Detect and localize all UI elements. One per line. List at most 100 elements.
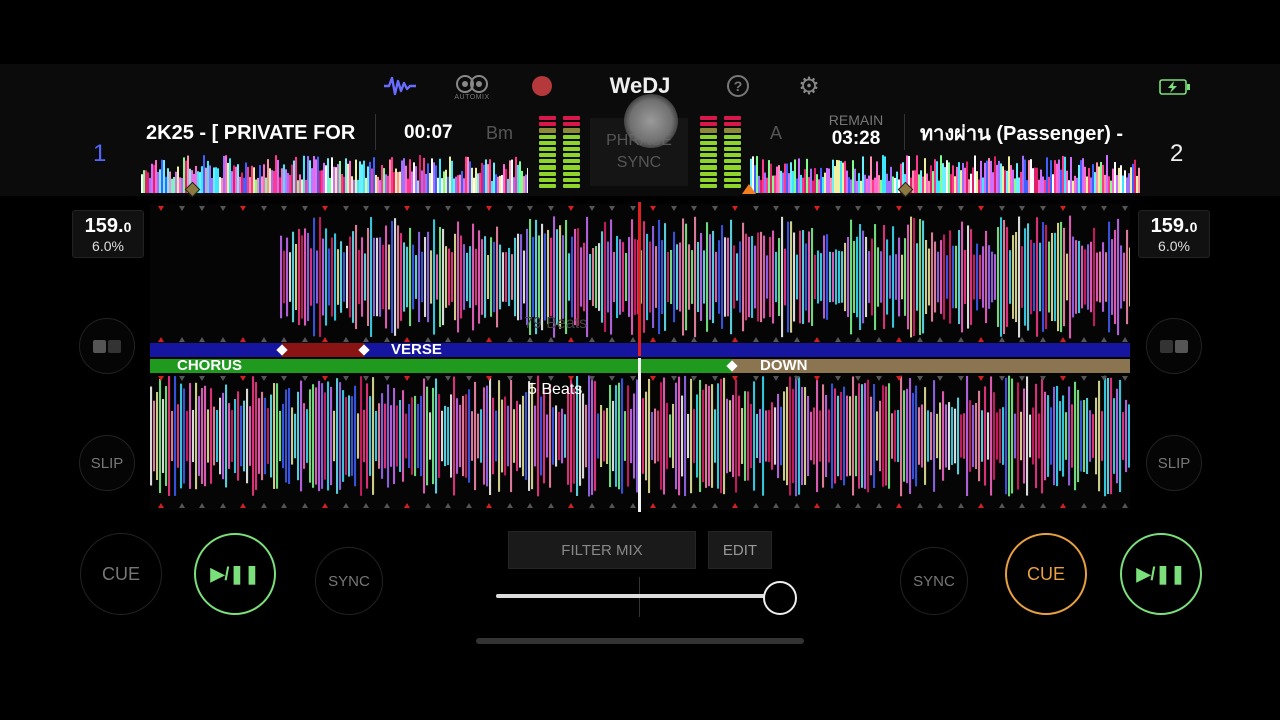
deck1-sync-button[interactable]: SYNC xyxy=(315,547,383,615)
waveform-bar xyxy=(808,231,811,323)
waveform-bar xyxy=(1083,399,1086,473)
beat-tick xyxy=(342,337,349,342)
overview-bar xyxy=(824,172,826,193)
deck1-cue-button[interactable]: CUE xyxy=(80,533,162,615)
overview-bar xyxy=(503,164,505,193)
gear-icon[interactable]: ⚙ xyxy=(796,73,822,100)
beat-tick xyxy=(158,337,164,342)
deck2-cue-button[interactable]: CUE xyxy=(1005,533,1087,615)
beat-tick xyxy=(834,503,841,508)
waveform-bar xyxy=(1003,219,1006,335)
waveform-bar xyxy=(891,413,894,459)
beat-tick xyxy=(1039,206,1046,211)
waveform-bar xyxy=(681,395,684,477)
meter-segment xyxy=(724,153,741,158)
beat-tick xyxy=(404,503,410,508)
waveform-bar xyxy=(231,410,234,462)
overview-bar xyxy=(990,160,992,193)
waveform-bar xyxy=(648,378,651,494)
waveform-bar xyxy=(598,243,601,311)
overview-bar xyxy=(317,156,319,193)
waveform-bar xyxy=(372,377,375,495)
filter-mix-button[interactable]: FILTER MIX xyxy=(508,531,696,569)
beat-tick xyxy=(793,337,800,342)
deck2-slip-button[interactable]: SLIP xyxy=(1146,435,1202,491)
waveform-bar xyxy=(1047,395,1050,477)
meter-segment xyxy=(539,122,556,127)
beat-tick xyxy=(793,503,800,508)
waveform-bar xyxy=(894,410,897,462)
beat-tick xyxy=(506,376,513,381)
beat-tick xyxy=(1060,337,1066,342)
waveform-bar xyxy=(810,411,813,461)
overview-bar xyxy=(431,158,433,193)
meter-segment xyxy=(724,146,741,152)
overview-bar xyxy=(335,167,337,193)
beat-tick xyxy=(957,337,964,342)
beat-tick xyxy=(937,206,943,211)
waveform-bar xyxy=(1113,398,1116,474)
beat-tick xyxy=(588,206,595,211)
waveform-bar xyxy=(888,383,891,489)
waveform-bar xyxy=(1029,414,1032,458)
waveform-bar xyxy=(753,381,756,491)
waveform-bar xyxy=(922,220,925,334)
waveform-bar xyxy=(400,233,403,321)
crossfader-handle[interactable] xyxy=(763,581,797,615)
overview-bar xyxy=(173,177,175,193)
overview-bar xyxy=(303,155,305,193)
overview-bar xyxy=(1100,162,1102,193)
beat-tick xyxy=(322,503,328,508)
waveform-bar xyxy=(496,226,499,328)
overview-bar xyxy=(287,172,289,193)
deck2-overview-waveform[interactable] xyxy=(750,155,1140,193)
beat-tick xyxy=(527,503,533,508)
overview-bar xyxy=(936,161,938,193)
overview-bar xyxy=(155,160,157,193)
overview-bar xyxy=(159,169,161,193)
deck2-playhead xyxy=(638,358,641,512)
waveform-bar xyxy=(360,376,363,496)
waveform-bar xyxy=(477,413,480,459)
deck2-pad-mode-button[interactable] xyxy=(1146,318,1202,374)
waveform-bar xyxy=(304,228,307,326)
waveform-bar xyxy=(910,216,913,338)
waveform-bar xyxy=(258,398,261,474)
waveform-bar xyxy=(789,376,792,496)
beat-tick xyxy=(1060,206,1066,211)
record-icon[interactable] xyxy=(532,76,552,96)
deck2-sync-button[interactable]: SYNC xyxy=(900,547,968,615)
beat-tick xyxy=(301,206,308,211)
overview-bar xyxy=(916,155,918,193)
overview-bar xyxy=(521,170,523,193)
crossfader-track[interactable] xyxy=(496,594,780,598)
waveform-icon[interactable] xyxy=(382,72,418,100)
waveform-bar xyxy=(1116,388,1119,484)
deck2-track-title[interactable]: ทางผ่าน (Passenger) - xyxy=(920,118,1132,148)
help-icon[interactable]: ? xyxy=(727,75,749,97)
deck1-number: 1 xyxy=(93,140,107,167)
waveform-bar xyxy=(364,253,367,301)
meter-segment xyxy=(724,171,741,176)
deck1-pad-mode-button[interactable] xyxy=(79,318,135,374)
deck1-bpm-display[interactable]: 159.0 6.0% xyxy=(72,210,144,258)
automix-button[interactable]: AUTOMIX xyxy=(452,70,492,104)
waveform-bar xyxy=(718,240,721,314)
deck1-slip-button[interactable]: SLIP xyxy=(79,435,135,491)
overview-bar xyxy=(1032,168,1034,193)
waveform-bar xyxy=(976,243,979,311)
edit-button[interactable]: EDIT xyxy=(708,531,772,569)
waveform-bar xyxy=(676,244,679,310)
deck2-play-pause-button[interactable]: ▶/❚❚ xyxy=(1120,533,1202,615)
overview-bar xyxy=(1004,170,1006,193)
waveform-bar xyxy=(1041,378,1044,494)
waveform-bar xyxy=(1086,397,1089,475)
waveform-bar xyxy=(825,394,828,478)
beat-tick xyxy=(1019,337,1025,342)
deck1-track-title[interactable]: 2K25 - [ PRIVATE FOR xyxy=(146,118,360,148)
waveform-bar xyxy=(589,253,592,301)
deck1-play-pause-button[interactable]: ▶/❚❚ xyxy=(194,533,276,615)
deck2-bpm-display[interactable]: 159.0 6.0% xyxy=(1138,210,1210,258)
waveform-bar xyxy=(666,403,669,469)
waveform-bar xyxy=(261,391,264,481)
